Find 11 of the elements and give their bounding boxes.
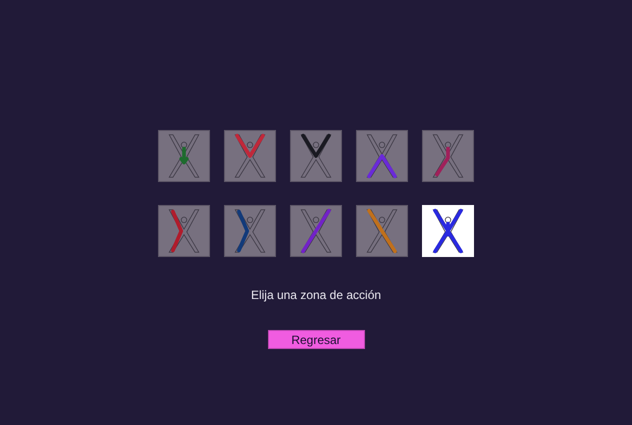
zone-tile[interactable] bbox=[158, 130, 210, 182]
zone-tile[interactable] bbox=[290, 130, 342, 182]
back-button[interactable]: Regresar bbox=[268, 330, 364, 349]
zone-tile[interactable] bbox=[158, 205, 210, 257]
zone-tile[interactable] bbox=[422, 130, 474, 182]
zone-tile[interactable] bbox=[290, 205, 342, 257]
zone-tile[interactable] bbox=[356, 130, 408, 182]
zone-tile[interactable] bbox=[356, 205, 408, 257]
zone-tile[interactable] bbox=[224, 130, 276, 182]
prompt-text: Elija una zona de acción bbox=[250, 288, 382, 302]
zone-tile[interactable] bbox=[224, 205, 276, 257]
